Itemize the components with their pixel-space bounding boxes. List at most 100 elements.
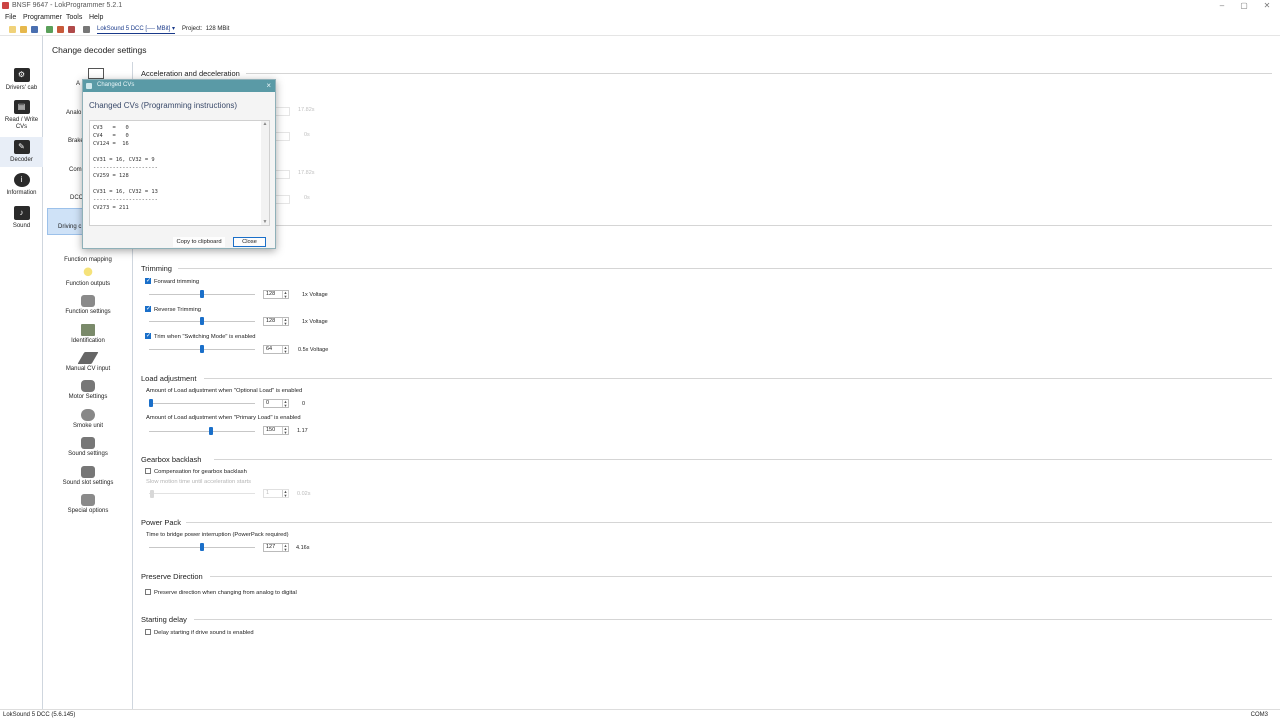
menu-help[interactable]: Help — [89, 14, 103, 21]
optional-load-slider[interactable] — [149, 403, 255, 404]
subnav-function-settings[interactable]: Function settings — [44, 295, 132, 315]
subnav-smoke-unit[interactable]: Smoke unit — [44, 409, 132, 429]
switching-mode-spin[interactable]: 64 ▲ ▼ — [263, 345, 289, 354]
copy-to-clipboard-button[interactable]: Copy to clipboard — [173, 237, 225, 247]
project-size: Project: 128 MBit — [182, 26, 230, 32]
subnav-partial-analog[interactable]: Analo — [66, 110, 81, 116]
primary-load-thumb[interactable] — [209, 427, 214, 435]
cv-list-scrollbar[interactable]: ▲ ▼ — [261, 121, 269, 225]
preserve-direction-checkbox[interactable]: Preserve direction when changing from an… — [145, 589, 297, 596]
drivers-cab-icon: ⚙ — [13, 68, 30, 82]
information-icon: i — [13, 173, 30, 187]
dialog-title: Changed CVs — [97, 82, 135, 88]
forward-trimming-checkbox[interactable]: Forward trimming — [145, 277, 199, 285]
smoke-icon — [81, 409, 95, 421]
nav-sound[interactable]: ♪ Sound — [0, 206, 43, 230]
motor-icon — [81, 380, 95, 392]
menu-programmer[interactable]: Programmer — [23, 14, 62, 21]
write-sound-icon[interactable] — [68, 26, 75, 33]
lightbulb-icon — [81, 267, 95, 279]
sound-settings-icon — [81, 437, 95, 449]
decoder-status: LokSound 5 DCC (5.6.145) — [3, 712, 76, 718]
section-starting-delay: Starting delay — [141, 615, 187, 624]
section-gearbox-backlash: Gearbox backlash — [141, 455, 202, 464]
cv-list-text: CV3 = 0 CV4 = 0 CV124 = 16 CV31 = 16, CV… — [93, 125, 158, 211]
slow-motion-thumb[interactable] — [150, 490, 154, 498]
decoder-icon: ✎ — [13, 140, 30, 154]
sound-icon: ♪ — [13, 206, 30, 220]
decoder-type-select[interactable]: LokSound 5 DCC [---- MBit] ▾ — [97, 25, 176, 34]
read-decoder-icon[interactable] — [46, 26, 53, 33]
menu-tools[interactable]: Tools — [66, 14, 82, 21]
subnav-special-options[interactable]: Special options — [44, 494, 132, 514]
section-preserve-direction: Preserve Direction — [141, 572, 203, 581]
settings-content: Acceleration and deceleration 17.82s 0s … — [134, 62, 1280, 709]
dialog-close-icon[interactable]: × — [266, 81, 271, 90]
menu-file[interactable]: File — [5, 14, 16, 21]
switching-mode-trim-checkbox[interactable]: Trim when "Switching Mode" is enabled — [145, 332, 256, 340]
open-folder-icon[interactable] — [20, 26, 27, 33]
nav-drivers-cab[interactable]: ⚙ Drivers' cab — [0, 68, 43, 92]
powerpack-label: Time to bridge power interruption (Power… — [146, 532, 289, 538]
status-bar: LokSound 5 DCC (5.6.145) COM3 — [0, 709, 1280, 720]
special-options-icon — [81, 494, 95, 506]
window-titlebar: BNSF 9647 - LokProgrammer 5.2.1 – ▢ ✕ — [0, 0, 1280, 12]
reverse-trimming-checkbox[interactable]: Reverse Trimming — [145, 305, 201, 313]
envelope-icon — [88, 68, 104, 79]
slow-motion-label: Slow motion time until acceleration star… — [146, 479, 252, 485]
manual-cv-icon — [77, 352, 99, 364]
primary-load-label: Amount of Load adjustment when "Primary … — [146, 415, 301, 421]
new-file-icon[interactable] — [9, 26, 16, 33]
reverse-trimming-thumb[interactable] — [200, 317, 204, 325]
main-nav: ⚙ Drivers' cab ▤ Read / Write CVs ✎ Deco… — [0, 36, 43, 709]
close-window-button[interactable]: ✕ — [1256, 0, 1278, 12]
section-trimming: Trimming — [141, 264, 172, 273]
connection-icon[interactable] — [83, 26, 90, 33]
panel-title: Change decoder settings — [52, 45, 147, 55]
subnav-sound-slot-settings[interactable]: Sound slot settings — [44, 466, 132, 486]
subnav-sound-settings[interactable]: Sound settings — [44, 437, 132, 457]
optional-load-thumb[interactable] — [149, 399, 153, 407]
slow-motion-slider[interactable] — [149, 493, 255, 494]
dialog-app-icon — [86, 83, 92, 89]
maximize-button[interactable]: ▢ — [1233, 0, 1255, 12]
section-acceleration: Acceleration and deceleration — [141, 69, 240, 78]
dialog-titlebar: Changed CVs × — [83, 80, 275, 92]
slow-motion-spin[interactable]: 1 ▲ ▼ — [263, 489, 289, 498]
optional-load-label: Amount of Load adjustment when "Optional… — [146, 388, 303, 394]
starting-delay-checkbox[interactable]: Delay starting if drive sound is enabled — [145, 629, 254, 636]
dialog-close-button[interactable]: Close — [233, 237, 266, 247]
optional-load-spin[interactable]: 0 ▲ ▼ — [263, 399, 289, 408]
powerpack-thumb[interactable] — [200, 543, 204, 551]
forward-trimming-spin[interactable]: 128 ▲ ▼ — [263, 290, 289, 299]
subnav-motor-settings[interactable]: Motor Settings — [44, 380, 132, 400]
identification-icon — [81, 324, 95, 336]
subnav-function-outputs[interactable]: Function outputs — [44, 267, 132, 287]
reverse-trimming-spin[interactable]: 128 ▲ ▼ — [263, 317, 289, 326]
forward-trimming-thumb[interactable] — [200, 290, 204, 298]
nav-read-write-cvs[interactable]: ▤ Read / Write CVs — [0, 100, 43, 131]
powerpack-spin[interactable]: 127 ▲ ▼ — [263, 543, 289, 552]
switching-mode-thumb[interactable] — [200, 345, 204, 353]
subnav-identification[interactable]: Identification — [44, 324, 132, 344]
subnav-manual-cv-input[interactable]: Manual CV input — [44, 352, 132, 372]
dialog-heading: Changed CVs (Programming instructions) — [89, 101, 238, 110]
minimize-button[interactable]: – — [1211, 0, 1233, 12]
com-port-status: COM3 — [1250, 712, 1268, 718]
app-icon — [2, 2, 9, 9]
primary-load-slider[interactable] — [149, 431, 255, 432]
toolbar: LokSound 5 DCC [---- MBit] ▾ Project: 12… — [0, 23, 1280, 36]
nav-information[interactable]: i Information — [0, 173, 43, 197]
save-icon[interactable] — [31, 26, 38, 33]
nav-decoder[interactable]: ✎ Decoder — [0, 137, 43, 167]
write-decoder-icon[interactable] — [57, 26, 64, 33]
sound-slot-icon — [81, 466, 95, 478]
cv-list-textbox[interactable]: CV3 = 0 CV4 = 0 CV124 = 16 CV31 = 16, CV… — [89, 120, 270, 226]
function-settings-icon — [81, 295, 95, 307]
read-write-icon: ▤ — [13, 100, 30, 114]
gearbox-backlash-checkbox[interactable]: Compensation for gearbox backlash — [145, 468, 247, 475]
primary-load-spin[interactable]: 150 ▲ ▼ — [263, 426, 289, 435]
subnav-partial-a[interactable]: A — [76, 81, 80, 87]
menu-bar: File Programmer Tools Help — [0, 12, 1280, 23]
changed-cvs-dialog: Changed CVs × Changed CVs (Programming i… — [82, 79, 276, 249]
